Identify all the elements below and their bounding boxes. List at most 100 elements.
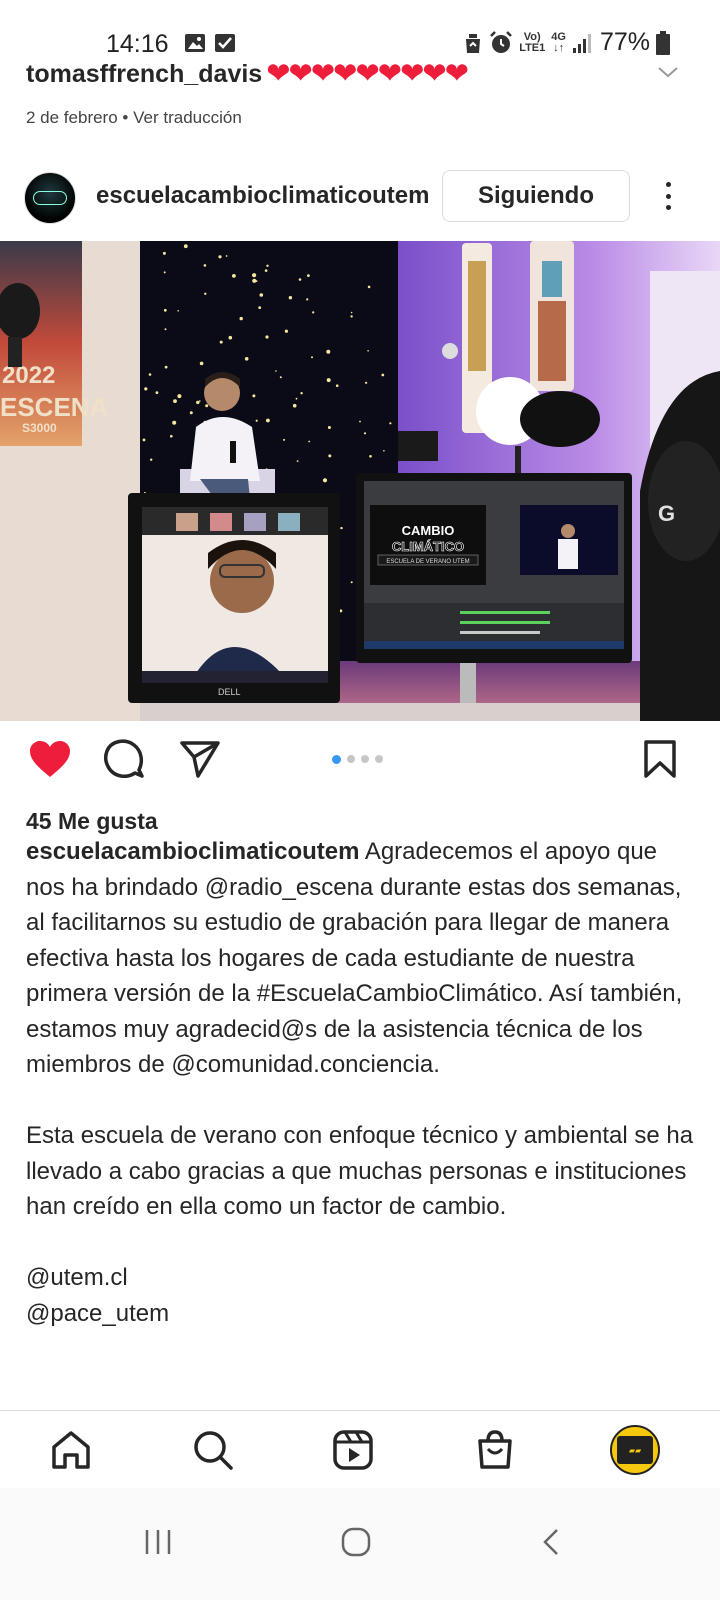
volte-indicator: Vo) LTE1 — [519, 30, 546, 54]
backdrop-star — [322, 478, 328, 483]
back-button[interactable] — [522, 1512, 582, 1572]
bookmark-icon — [644, 740, 676, 778]
backdrop-star — [265, 335, 269, 339]
image-notification-icon — [185, 34, 205, 52]
nav-home[interactable] — [46, 1425, 96, 1475]
heart-emoji: ❤ — [266, 58, 291, 90]
caption-mention-utem[interactable]: @utem.cl — [26, 1260, 702, 1296]
account-avatar[interactable] — [24, 172, 76, 224]
clock: 14:16 — [106, 30, 169, 58]
studio-photo: 2022 ESCENA S3000 DELL CAMBIO CLIMÁTICO … — [0, 241, 720, 721]
home-icon — [52, 1431, 90, 1469]
home-circle-icon — [341, 1527, 371, 1557]
screen-title-2: CLIMÁTICO — [392, 539, 464, 554]
system-navigation — [0, 1488, 720, 1600]
headset-logo: G — [658, 501, 675, 526]
recycle-icon — [466, 33, 481, 53]
backdrop-star — [350, 581, 353, 584]
backdrop-star — [163, 308, 167, 312]
backdrop-star — [308, 440, 311, 443]
backdrop-star — [381, 373, 385, 377]
backdrop-star — [367, 350, 369, 352]
nav-search[interactable] — [188, 1425, 238, 1475]
backdrop-star — [307, 274, 310, 277]
check-notification-icon — [215, 34, 235, 52]
recent-apps-button[interactable] — [128, 1512, 188, 1572]
heart-emoji: ❤ — [400, 58, 425, 90]
share-button[interactable] — [176, 735, 224, 783]
backdrop-star — [363, 432, 367, 435]
meta-separator: • — [122, 108, 129, 127]
backdrop-star — [300, 392, 303, 395]
following-button[interactable]: Siguiendo — [442, 170, 630, 222]
backdrop-star — [383, 450, 385, 452]
backdrop-star — [369, 455, 372, 458]
carousel-dot — [375, 755, 383, 763]
backdrop-star — [311, 356, 313, 359]
save-button[interactable] — [636, 735, 684, 783]
heart-emoji: ❤ — [444, 58, 470, 90]
reels-icon — [333, 1430, 373, 1470]
poster-name: ESCENA — [0, 392, 109, 422]
battery-icon — [656, 30, 670, 55]
backdrop-star — [275, 370, 277, 372]
backdrop-star — [142, 438, 146, 442]
like-button[interactable] — [26, 735, 74, 783]
comment-icon — [104, 739, 144, 778]
profile-avatar: ▰▰ — [610, 1425, 660, 1475]
account-name[interactable]: escuelacambioclimaticoutem — [96, 182, 442, 210]
backdrop-star — [170, 434, 173, 438]
backdrop-star — [172, 420, 177, 425]
backdrop-star — [183, 244, 188, 249]
caption-mention-pace[interactable]: @pace_utem — [26, 1296, 702, 1332]
backdrop-star — [252, 394, 256, 398]
backdrop-star — [155, 391, 159, 394]
backdrop-star — [326, 349, 331, 354]
more-options-icon[interactable] — [654, 178, 682, 214]
carousel-dot — [361, 755, 369, 763]
backdrop-star — [298, 278, 302, 281]
backdrop-star — [340, 526, 343, 530]
carousel-dot — [332, 754, 341, 764]
home-system-button[interactable] — [326, 1512, 386, 1572]
shopping-bag-icon — [478, 1430, 512, 1469]
like-count[interactable]: 45 Me gusta — [26, 808, 158, 835]
send-icon — [180, 741, 220, 778]
backdrop-star — [163, 271, 166, 274]
backdrop-star — [199, 361, 204, 366]
caption-username[interactable]: escuelacambioclimaticoutem — [26, 838, 359, 865]
backdrop-star — [144, 387, 148, 391]
nav-shop[interactable] — [470, 1425, 520, 1475]
carousel-dot — [347, 755, 355, 763]
comment-username[interactable]: tomasffrench_davis ❤ ❤ ❤ ❤ ❤ ❤ ❤ ❤ ❤ — [26, 58, 470, 90]
backdrop-star — [218, 255, 222, 259]
heart-emoji: ❤ — [422, 58, 447, 90]
carousel-indicator — [332, 754, 383, 764]
backdrop-star — [148, 373, 152, 376]
poster-frequency: S3000 — [22, 421, 57, 435]
battery-percent: 77% — [599, 28, 650, 56]
post-image[interactable]: 2022 ESCENA S3000 DELL CAMBIO CLIMÁTICO … — [0, 241, 720, 721]
backdrop-star — [367, 285, 371, 289]
backdrop-star — [258, 306, 262, 309]
see-translation-link[interactable]: Ver traducción — [133, 108, 242, 127]
backdrop-star — [177, 394, 182, 399]
backdrop-star — [199, 400, 201, 402]
backdrop-star — [306, 298, 309, 301]
bottom-navigation: ▰▰ — [0, 1410, 720, 1488]
backdrop-star — [177, 310, 179, 312]
chevron-down-icon[interactable] — [656, 64, 680, 80]
backdrop-star — [219, 340, 223, 344]
nav-profile[interactable]: ▰▰ — [610, 1425, 660, 1475]
heart-emoji: ❤ — [288, 58, 313, 90]
nav-reels[interactable] — [328, 1425, 378, 1475]
heart-emoji: ❤ — [377, 58, 403, 90]
heart-emojis: ❤ ❤ ❤ ❤ ❤ ❤ ❤ ❤ ❤ — [266, 58, 470, 90]
backdrop-star — [164, 328, 167, 331]
backdrop-star — [189, 411, 193, 415]
heart-filled-icon — [30, 741, 70, 777]
recents-icon — [145, 1530, 171, 1554]
backdrop-star — [279, 376, 282, 379]
comment-button[interactable] — [100, 735, 148, 783]
backdrop-star — [365, 381, 368, 384]
